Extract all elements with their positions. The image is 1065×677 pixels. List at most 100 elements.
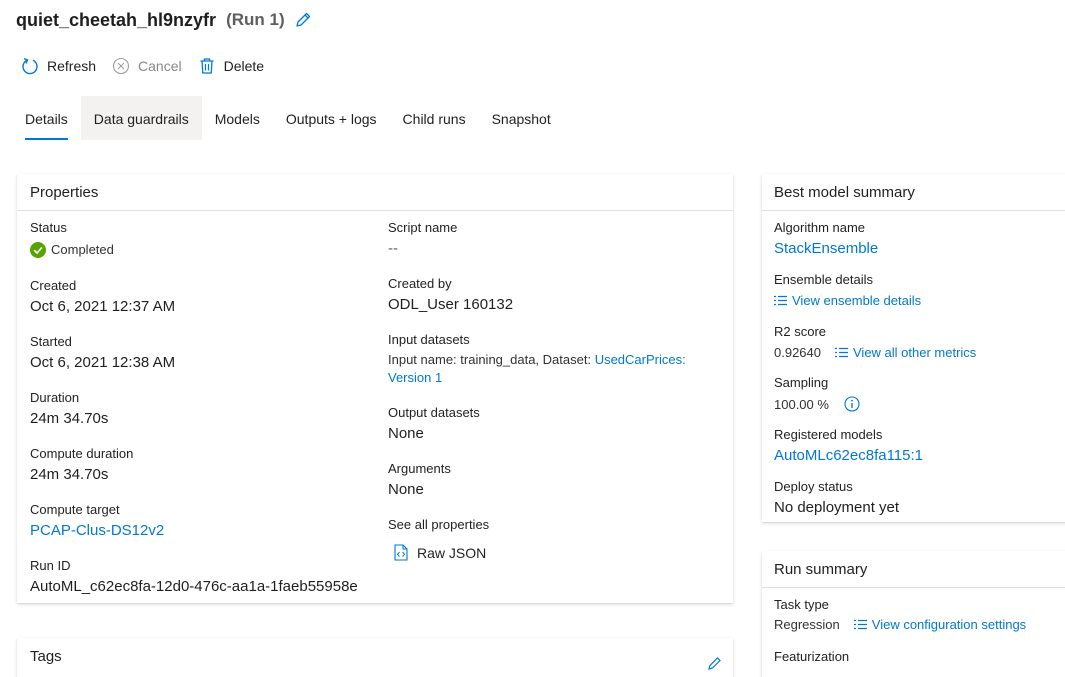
algorithm-link[interactable]: StackEnsemble — [774, 239, 878, 259]
run-number: (Run 1) — [226, 10, 285, 29]
arguments-value: None — [388, 481, 424, 498]
ensemble-label: Ensemble details — [774, 272, 873, 287]
tab-snapshot[interactable]: Snapshot — [479, 96, 564, 140]
featurization-label: Featurization — [774, 649, 850, 664]
refresh-label: Refresh — [47, 58, 97, 74]
created-by-field: Created by ODL_User 160132 — [388, 276, 513, 315]
dataset-link[interactable]: UsedCarPrices: — [595, 352, 686, 367]
sampling-label: Sampling — [774, 375, 829, 390]
input-datasets-prefix: Input name: training_data, Dataset: — [388, 352, 595, 367]
registered-models-label: Registered models — [774, 427, 883, 442]
trash-icon — [197, 56, 217, 76]
cancel-icon — [111, 56, 131, 76]
run-id-field: Run ID AutoML_c62ec8fa-12d0-476c-aa1a-1f… — [30, 558, 375, 597]
status-value: Completed — [51, 242, 114, 257]
tags-title: Tags — [30, 648, 62, 665]
compute-duration-value: 24m 34.70s — [30, 466, 109, 483]
duration-value: 24m 34.70s — [30, 410, 109, 427]
tab-models[interactable]: Models — [202, 96, 273, 140]
run-id-value: AutoML_c62ec8fa-12d0-476c-aa1a-1faeb5595… — [30, 578, 358, 595]
view-metrics-label: View all other metrics — [853, 345, 977, 360]
list-icon — [835, 347, 848, 358]
script-name-label: Script name — [388, 220, 458, 235]
algorithm-label: Algorithm name — [774, 220, 866, 235]
registered-models-field: Registered models AutoMLc62ec8fa115:1 — [774, 427, 923, 466]
sampling-field: Sampling 100.00 % — [774, 375, 860, 412]
run-id-label: Run ID — [30, 558, 71, 573]
task-type-label: Task type — [774, 597, 829, 612]
r2-field: R2 score 0.92640 View all other metrics — [774, 324, 976, 360]
sampling-value: 100.00 % — [774, 396, 829, 412]
ensemble-field: Ensemble details View ensemble details — [774, 272, 921, 311]
properties-card: Properties Status Completed Created Oct … — [17, 174, 733, 603]
refresh-button[interactable]: Refresh — [20, 56, 96, 76]
view-ensemble-link[interactable]: View ensemble details — [774, 293, 921, 308]
compute-duration-label: Compute duration — [30, 446, 134, 461]
r2-value: 0.92640 — [774, 345, 821, 360]
tab-child-runs[interactable]: Child runs — [390, 96, 479, 140]
tab-data-guardrails[interactable]: Data guardrails — [80, 96, 202, 140]
pencil-icon[interactable] — [294, 11, 312, 29]
duration-label: Duration — [30, 390, 80, 405]
algorithm-field: Algorithm name StackEnsemble — [774, 220, 878, 259]
deploy-status-field: Deploy status No deployment yet — [774, 479, 899, 518]
tab-details[interactable]: Details — [12, 96, 81, 140]
arguments-field: Arguments None — [388, 461, 451, 500]
run-summary-title: Run summary — [762, 551, 1065, 588]
deploy-status-value: No deployment yet — [774, 499, 900, 516]
created-field: Created Oct 6, 2021 12:37 AM — [30, 278, 175, 317]
task-type-field: Task type Regression View configuration … — [774, 597, 1026, 632]
list-icon — [853, 619, 867, 630]
run-summary-card: Run summary Task type Regression View co… — [762, 551, 1065, 677]
tab-outputs-logs[interactable]: Outputs + logs — [273, 96, 390, 140]
compute-target-label: Compute target — [30, 502, 120, 517]
view-config-link[interactable]: View configuration settings — [853, 617, 1027, 632]
dataset-version-link[interactable]: Version 1 — [388, 370, 442, 385]
created-by-value: ODL_User 160132 — [388, 296, 514, 313]
tab-bar: Details Data guardrails Models Outputs +… — [12, 96, 564, 140]
output-datasets-field: Output datasets None — [388, 405, 480, 444]
input-datasets-label: Input datasets — [388, 332, 470, 347]
script-name-field: Script name -- — [388, 220, 457, 259]
r2-label: R2 score — [774, 324, 827, 339]
delete-button[interactable]: Delete — [197, 56, 264, 76]
best-model-card: Best model summary Algorithm name StackE… — [762, 174, 1065, 522]
refresh-icon — [20, 56, 40, 76]
compute-target-link[interactable]: PCAP-Clus-DS12v2 — [30, 521, 164, 541]
see-all-properties-label: See all properties — [388, 517, 490, 532]
edit-tags-icon[interactable] — [707, 655, 723, 671]
compute-duration-field: Compute duration 24m 34.70s — [30, 446, 133, 485]
script-name-value: -- — [388, 240, 398, 257]
run-header: quiet_cheetah_hl9nzyfr (Run 1) — [16, 7, 312, 33]
featurization-field: Featurization — [774, 649, 849, 665]
started-label: Started — [30, 334, 72, 349]
info-icon[interactable] — [844, 396, 860, 412]
properties-title: Properties — [17, 174, 733, 211]
status-label: Status — [30, 220, 67, 235]
deploy-status-label: Deploy status — [774, 479, 853, 494]
started-value: Oct 6, 2021 12:38 AM — [30, 354, 176, 371]
input-datasets-field: Input datasets Input name: training_data… — [388, 332, 718, 387]
view-metrics-link[interactable]: View all other metrics — [835, 345, 976, 360]
created-label: Created — [30, 278, 77, 293]
cancel-button[interactable]: Cancel — [111, 56, 182, 76]
raw-json-button[interactable]: Raw JSON — [388, 544, 489, 561]
output-datasets-value: None — [388, 425, 424, 442]
compute-target-field: Compute target PCAP-Clus-DS12v2 — [30, 502, 164, 541]
view-ensemble-label: View ensemble details — [792, 293, 922, 308]
run-name: quiet_cheetah_hl9nzyfr — [16, 9, 217, 30]
registered-model-link[interactable]: AutoMLc62ec8fa115:1 — [774, 446, 923, 466]
code-file-icon — [394, 544, 408, 561]
tags-card: Tags — [17, 638, 733, 677]
task-type-value: Regression — [774, 617, 840, 632]
check-circle-icon — [30, 242, 46, 258]
command-bar: Refresh Cancel Delete — [20, 54, 279, 78]
arguments-label: Arguments — [388, 461, 451, 476]
list-icon — [774, 295, 787, 306]
created-value: Oct 6, 2021 12:37 AM — [30, 298, 176, 315]
view-config-label: View configuration settings — [871, 617, 1027, 632]
cancel-label: Cancel — [138, 58, 182, 74]
created-by-label: Created by — [388, 276, 452, 291]
best-model-title: Best model summary — [762, 174, 1065, 211]
status-field: Status Completed — [30, 220, 114, 259]
